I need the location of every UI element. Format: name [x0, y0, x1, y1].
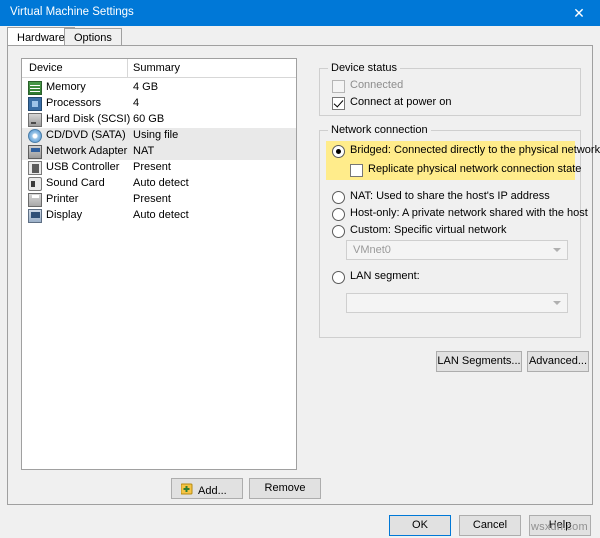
device-row-processors[interactable]: Processors 4	[22, 96, 296, 112]
device-name: Sound Card	[46, 177, 105, 189]
device-list-header: Device Summary	[22, 59, 296, 78]
network-connection-legend: Network connection	[328, 124, 431, 136]
memory-icon	[28, 81, 42, 95]
device-row-hard-disk[interactable]: Hard Disk (SCSI) 60 GB	[22, 112, 296, 128]
watermark: wsxdn.com	[531, 521, 588, 533]
remove-button[interactable]: Remove	[249, 478, 321, 499]
cddvd-icon	[28, 129, 42, 143]
radio-nat-label: NAT: Used to share the host's IP address	[350, 190, 550, 202]
network-connection-group: Network connection Bridged: Connected di…	[319, 124, 600, 338]
printer-icon	[28, 193, 42, 207]
device-summary: 4	[133, 97, 140, 109]
radio-custom-label: Custom: Specific virtual network	[350, 224, 507, 236]
chevron-down-icon	[553, 248, 561, 252]
device-name: Printer	[46, 193, 79, 205]
device-summary: 60 GB	[133, 113, 165, 125]
close-icon[interactable]: ✕	[558, 0, 600, 26]
usb-icon	[28, 161, 42, 175]
device-row-cd-dvd[interactable]: CD/DVD (SATA) Using file	[22, 128, 296, 144]
device-summary: Present	[133, 161, 171, 173]
device-summary: Auto detect	[133, 177, 189, 189]
device-row-printer[interactable]: Printer Present	[22, 192, 296, 208]
custom-network-value: VMnet0	[353, 244, 391, 256]
device-status-group: Device status Connected Connect at power…	[319, 62, 581, 116]
tab-strip: Hardware Options	[7, 27, 593, 47]
device-name: Memory	[46, 81, 86, 93]
radio-circle	[332, 271, 345, 284]
column-divider[interactable]	[127, 59, 128, 78]
device-name: Hard Disk (SCSI)	[46, 113, 131, 125]
radio-circle	[332, 191, 345, 204]
checkbox-box	[350, 164, 363, 177]
device-list[interactable]: Device Summary Memory 4 GB Processors 4 …	[21, 58, 297, 470]
add-plus-icon	[180, 483, 193, 495]
custom-network-select[interactable]: VMnet0	[346, 240, 568, 260]
cancel-button[interactable]: Cancel	[459, 515, 521, 536]
device-status-legend: Device status	[328, 62, 401, 74]
replicate-label: Replicate physical network connection st…	[368, 163, 582, 175]
device-row-sound-card[interactable]: Sound Card Auto detect	[22, 176, 296, 192]
connected-label: Connected	[350, 79, 404, 91]
radio-bridged-label: Bridged: Connected directly to the physi…	[350, 144, 600, 156]
title-bar: Virtual Machine Settings ✕	[0, 0, 600, 26]
checkbox-box	[332, 80, 345, 93]
display-icon	[28, 209, 42, 223]
lan-segments-button[interactable]: LAN Segments...	[436, 351, 522, 372]
harddisk-icon	[28, 113, 42, 127]
radio-circle	[332, 145, 345, 158]
window-title: Virtual Machine Settings	[10, 6, 134, 18]
device-name: CD/DVD (SATA)	[46, 129, 126, 141]
checkbox-box	[332, 97, 345, 110]
device-row-memory[interactable]: Memory 4 GB	[22, 80, 296, 96]
advanced-button[interactable]: Advanced...	[527, 351, 589, 372]
processor-icon	[28, 97, 42, 111]
device-name: Network Adapter	[46, 145, 128, 157]
radio-lan-segment-label: LAN segment:	[350, 270, 420, 282]
device-name: Display	[46, 209, 83, 221]
ok-button[interactable]: OK	[389, 515, 451, 536]
lan-segment-select[interactable]	[346, 293, 568, 313]
device-summary: Present	[133, 193, 171, 205]
radio-host-only-label: Host-only: A private network shared with…	[350, 207, 588, 219]
connect-at-power-on-label: Connect at power on	[350, 96, 452, 108]
network-icon	[28, 145, 42, 159]
device-name: USB Controller	[46, 161, 120, 173]
chevron-down-icon	[553, 301, 561, 305]
device-summary: Using file	[133, 129, 179, 141]
device-row-network-adapter[interactable]: Network Adapter NAT	[22, 144, 296, 160]
device-summary: 4 GB	[133, 81, 159, 93]
device-row-usb-controller[interactable]: USB Controller Present	[22, 160, 296, 176]
device-summary: Auto detect	[133, 209, 189, 221]
device-row-display[interactable]: Display Auto detect	[22, 208, 296, 224]
hardware-panel: Device Summary Memory 4 GB Processors 4 …	[7, 45, 600, 505]
column-header-summary: Summary	[133, 62, 181, 74]
tab-options[interactable]: Options	[64, 28, 122, 46]
column-header-device: Device	[29, 62, 63, 74]
sound-icon	[28, 177, 42, 191]
add-button-label: Add...	[198, 485, 227, 497]
device-name: Processors	[46, 97, 102, 109]
device-summary: NAT	[133, 145, 155, 157]
add-button[interactable]: Add...	[171, 478, 243, 499]
radio-circle	[332, 208, 345, 221]
radio-circle	[332, 225, 345, 238]
virtual-machine-settings-window: Virtual Machine Settings ✕ Hardware Opti…	[0, 0, 600, 538]
